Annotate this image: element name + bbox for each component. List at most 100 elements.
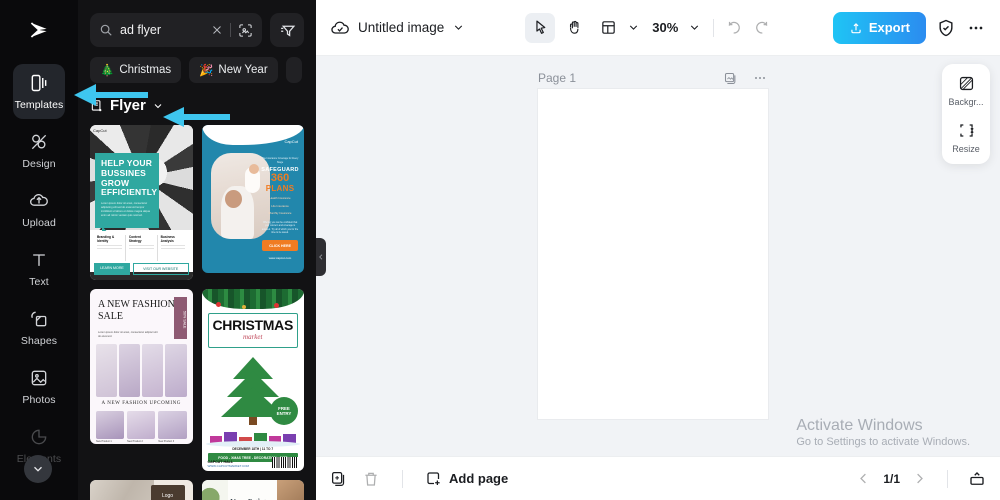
shield-check-icon[interactable]	[936, 18, 956, 38]
feature-item: Business Analysis	[158, 235, 189, 261]
category-selector[interactable]: Flyer	[78, 83, 316, 122]
sidebar-item-templates[interactable]: Templates	[13, 64, 65, 119]
windows-activation-watermark: Activate Windows Go to Settings to activ…	[796, 416, 970, 448]
chevron-down-icon[interactable]	[688, 21, 701, 34]
add-page-label: Add page	[449, 471, 509, 486]
chip-christmas[interactable]: 🎄 Christmas	[90, 57, 182, 83]
chip-new-year-label: New Year	[218, 64, 268, 76]
sidebar-item-shapes[interactable]: Shapes	[13, 300, 65, 355]
shapes-icon	[28, 308, 50, 330]
zoom-level[interactable]: 30%	[652, 20, 678, 35]
background-icon	[959, 76, 973, 91]
sidebar-item-text[interactable]: Text	[13, 241, 65, 296]
close-icon[interactable]	[211, 24, 223, 36]
search-value: ad flyer	[120, 23, 161, 37]
add-page-button[interactable]: Add page	[425, 470, 508, 488]
chip-overflow[interactable]	[285, 57, 302, 83]
flyer-icon	[91, 99, 102, 111]
template-brand: CapCut	[284, 139, 298, 144]
template-card-christmas-market[interactable]: CHRISTMAS market FREE ENTRY DECEMBER 18T…	[201, 289, 304, 471]
templates-icon	[28, 72, 50, 94]
template-captions: New Product 1 New Product 2 New Product …	[96, 440, 187, 443]
filter-button[interactable]	[270, 13, 304, 47]
chip-new-year[interactable]: 🎉 New Year	[189, 57, 278, 83]
template-card-path-partial[interactable]: Your Path to	[201, 480, 304, 500]
template-card-safeguard-360[interactable]: CapCut The Insurance Coverage for Every …	[201, 125, 304, 273]
panel-collapse-handle[interactable]	[316, 238, 326, 276]
editor-area: Untitled image 30% Export Page 1 Backgr.…	[316, 0, 1000, 500]
page-canvas[interactable]	[538, 89, 768, 419]
template-barcode	[272, 457, 298, 468]
export-button[interactable]: Export	[832, 11, 926, 44]
watermark-line2: Go to Settings to activate Windows.	[796, 436, 970, 448]
template-card-logo-partial[interactable]: Logo	[90, 480, 193, 500]
canvas-area[interactable]: Page 1 Backgr... Resize Activate Windows…	[316, 56, 1000, 456]
template-brand: CapCut	[93, 128, 107, 133]
feature-label: Content Strategy	[128, 235, 142, 243]
bottom-divider	[402, 469, 403, 488]
chevron-right-icon[interactable]	[912, 471, 927, 486]
search-icon	[100, 24, 112, 36]
template-buttons: LEARN MORE VISIT OUR WEBSITE	[94, 263, 189, 275]
redo-icon[interactable]	[753, 19, 770, 36]
duplicate-page-icon[interactable]	[723, 71, 738, 86]
feature-item: Content Strategy	[126, 235, 158, 261]
hand-tool[interactable]	[559, 13, 589, 43]
template-body: Lorem ipsum dolor sit amet, consectetur …	[101, 202, 150, 218]
more-horizontal-icon[interactable]	[752, 70, 768, 86]
chevron-left-icon[interactable]	[856, 471, 871, 486]
undo-icon[interactable]	[726, 19, 743, 36]
template-grid: CapCut HELP YOUR BUSSINES GROW EFFICIENT…	[78, 122, 316, 500]
chevron-down-icon[interactable]	[627, 21, 640, 34]
panel-toggle-icon[interactable]	[968, 470, 986, 488]
sidebar-label-photos: Photos	[22, 394, 56, 406]
template-caption: New Product 3	[158, 440, 175, 443]
toolbar-left: Untitled image	[330, 18, 465, 38]
sidebar-item-photos[interactable]: Photos	[13, 359, 65, 414]
sidebar-item-upload[interactable]: Upload	[13, 182, 65, 237]
template-headline-block: HELP YOUR BUSSINES GROW EFFICIENTLY Lore…	[95, 153, 159, 229]
template-card-fashion-sale[interactable]: A NEW FASHION SALE 50% SALE Lorem ipsum …	[90, 289, 193, 444]
more-horizontal-icon[interactable]	[966, 18, 986, 38]
cursor-tool[interactable]	[525, 12, 556, 43]
capcut-logo	[17, 8, 61, 52]
search-row: ad flyer	[78, 0, 316, 47]
image-search-icon[interactable]	[238, 23, 253, 38]
toolbar-tools: 30%	[525, 12, 770, 43]
template-title-block: CHRISTMAS market	[207, 313, 298, 348]
template-eyebrow: The Insurance Coverage for Every Stage	[261, 157, 299, 164]
template-bullet: Health Insurance	[269, 196, 291, 201]
duplicate-page-button[interactable]	[330, 470, 348, 488]
feature-label: Branding & Identity	[97, 235, 115, 243]
template-subtitle: PLANS	[265, 184, 295, 194]
sidebar-item-design[interactable]: Design	[13, 123, 65, 178]
template-body: Offering you can be confident that your …	[261, 221, 299, 235]
page-actions	[723, 70, 768, 86]
template-photo	[277, 480, 304, 500]
resize-tool[interactable]: Resize	[942, 121, 990, 154]
document-title[interactable]: Untitled image	[358, 20, 444, 35]
template-url: www.capcut.com	[268, 256, 292, 260]
template-features: Branding & Identity Content Strategy Bus…	[90, 231, 193, 261]
delete-page-button[interactable]	[362, 470, 380, 488]
template-card-business-growth[interactable]: CapCut HELP YOUR BUSSINES GROW EFFICIENT…	[90, 125, 193, 280]
photos-icon	[28, 367, 50, 389]
sidebar-expand-button[interactable]	[24, 455, 52, 483]
category-label: Flyer	[110, 97, 146, 114]
template-badge: FREE ENTRY	[270, 397, 298, 425]
template-footer: CAPCUT HALL WWW.CAPCUTMARKET.COM	[207, 457, 298, 468]
template-venue-url: WWW.CAPCUTMARKET.COM	[207, 464, 250, 468]
cloud-check-icon[interactable]	[330, 18, 350, 38]
chevron-down-icon[interactable]	[452, 21, 465, 34]
duplicate-icon	[331, 471, 345, 486]
background-tool[interactable]: Backgr...	[942, 74, 990, 107]
template-caption: New Product 1	[96, 440, 112, 443]
chip-christmas-emoji: 🎄	[100, 65, 115, 77]
background-label: Backgr...	[948, 97, 984, 107]
template-photo-grid	[96, 344, 187, 397]
layout-tool[interactable]	[593, 13, 623, 43]
template-text-block: The Insurance Coverage for Every Stage S…	[261, 157, 299, 236]
search-input[interactable]: ad flyer	[90, 13, 262, 47]
sidebar-label-shapes: Shapes	[20, 335, 58, 347]
sidebar-label-templates: Templates	[14, 99, 64, 111]
